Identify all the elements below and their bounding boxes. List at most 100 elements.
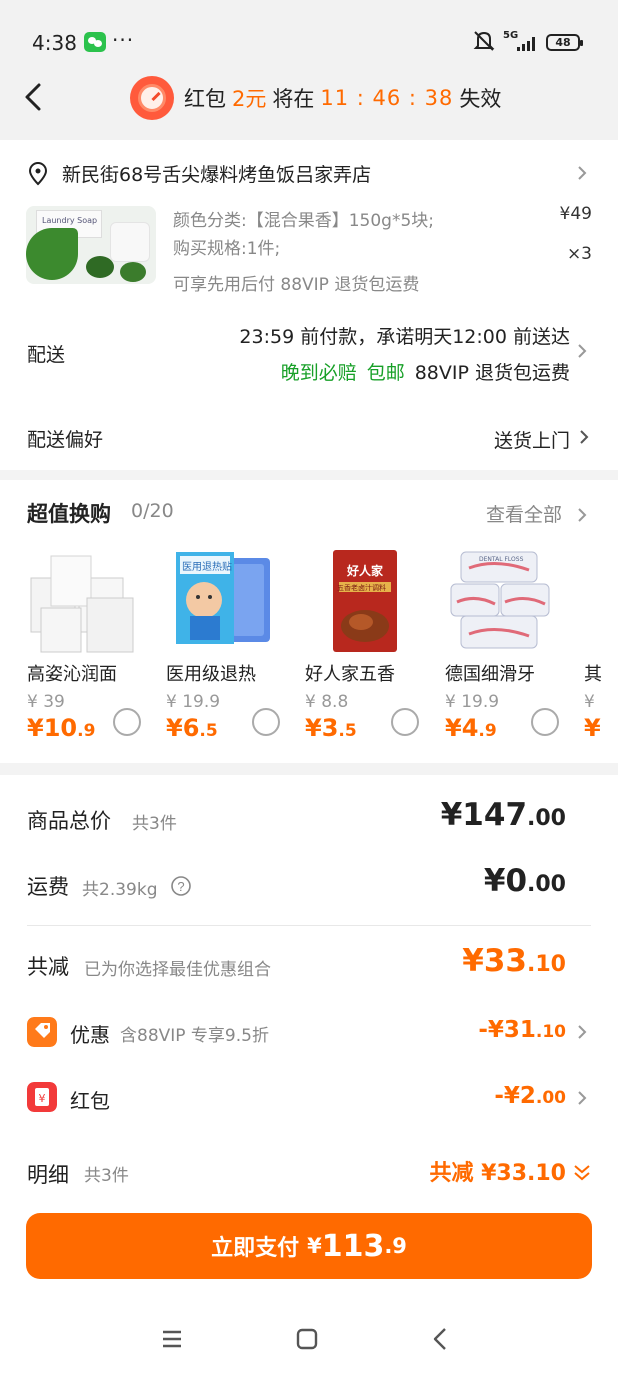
product-service: 可享先用后付 88VIP 退货包运费 [173, 275, 420, 295]
addon-item-name: 高姿沁润面 [27, 664, 117, 685]
addon-item-price: ¥10.9 [27, 714, 96, 742]
discount-chevron-icon[interactable] [576, 1023, 588, 1041]
addon-item-price: ¥3.5 [305, 714, 357, 742]
redpacket-chevron-icon[interactable] [576, 1089, 588, 1107]
addon-title: 超值换购 [27, 502, 111, 526]
face-mask-product-image [30, 555, 134, 653]
addon-select-radio[interactable] [531, 708, 559, 736]
network-type: 5G [503, 30, 519, 41]
pay-amount-int: 113 [321, 1228, 385, 1264]
reduction-note: 已为你选择最佳优惠组合 [84, 960, 271, 980]
banner-amount: 2元 [232, 87, 267, 111]
addon-select-radio[interactable] [252, 708, 280, 736]
pay-currency: ¥ [307, 1234, 322, 1258]
addon-count: 0/20 [131, 500, 174, 522]
banner-mid: 将在 [272, 87, 315, 111]
battery-icon: 48 [546, 34, 583, 51]
system-navigation-bar [0, 1298, 618, 1375]
detail-count: 共3件 [84, 1166, 129, 1186]
late-compensation-tag: 晚到必赔 [280, 362, 357, 384]
pay-amount-dec: .9 [384, 1234, 407, 1258]
delivery-preference-value[interactable]: 送货上门 [494, 426, 570, 453]
delivery-chevron-icon[interactable] [576, 342, 588, 360]
product-image-desc: 五香老卤汁调料 [337, 584, 386, 592]
discount-tag-icon [27, 1017, 57, 1047]
alarm-clock-icon [130, 76, 174, 120]
addon-item-original-price: ¥ [584, 692, 595, 712]
divider [27, 925, 591, 926]
countdown-timer: 11 : 46 : 38 [320, 86, 454, 110]
delivery-address[interactable]: 新民街68号舌尖爆料烤鱼饭吕家弄店 [62, 160, 371, 187]
address-chevron-icon[interactable] [576, 164, 588, 182]
addon-item[interactable]: 好人家 五香老卤汁调料 好人家五香 ¥ 8.8 ¥3.5 [305, 548, 435, 748]
addon-select-radio[interactable] [391, 708, 419, 736]
pay-now-button[interactable]: 立即支付 ¥ 113 .9 [26, 1213, 592, 1279]
delivery-label: 配送 [27, 344, 66, 366]
redpacket-value[interactable]: -¥2.00 [494, 1083, 566, 1109]
home-square-icon[interactable] [295, 1328, 319, 1350]
price-summary-card: 商品总价 共3件 ¥147.00 运费 共2.39kg ? ¥0.00 共减 已… [0, 775, 618, 1375]
double-chevron-down-icon[interactable] [572, 1163, 592, 1183]
addon-item-price: ¥ [584, 714, 601, 742]
addon-item-name: 好人家五香 [305, 664, 395, 685]
addon-item[interactable]: 高姿沁润面 ¥ 39 ¥10.9 [27, 548, 157, 748]
goods-count: 共3件 [132, 814, 177, 834]
preference-chevron-icon[interactable] [578, 428, 590, 446]
redpacket-label: 红包 [70, 1089, 110, 1113]
product-thumbnail[interactable]: Laundry Soap [26, 206, 156, 284]
product-quantity: ×3 [566, 244, 592, 264]
product-image-text: 医用退热贴 [182, 562, 232, 573]
total-reduction-label: 共减 [27, 955, 69, 979]
more-notifications-icon: ··· [112, 28, 135, 52]
addon-item-name: 德国细滑牙 [445, 664, 535, 685]
discount-label: 优惠 [70, 1023, 110, 1047]
product-image-brand: DENTAL FLOSS [479, 556, 524, 563]
addon-item-original-price: ¥ 19.9 [445, 692, 500, 712]
delivery-preference-label: 配送偏好 [27, 429, 104, 451]
help-icon[interactable]: ? [170, 875, 192, 897]
view-all-link[interactable]: 查看全部 [486, 500, 562, 527]
addon-item-name: 其 [584, 664, 602, 685]
shipping-weight: 共2.39kg [82, 880, 158, 900]
delivery-tags: 晚到必赔 包邮 88VIP 退货包运费 [281, 358, 570, 385]
back-icon[interactable] [430, 1326, 450, 1352]
addon-item-original-price: ¥ 39 [27, 692, 65, 712]
status-time: 4:38 [32, 31, 77, 55]
shipping-value: ¥0.00 [483, 863, 566, 899]
addon-item-original-price: ¥ 8.8 [305, 692, 349, 712]
top-bar: 红包 2元 将在 11 : 46 : 38 失效 [0, 60, 618, 140]
discount-note: 含88VIP 专享9.5折 [120, 1026, 269, 1046]
addon-purchase-card: 超值换购 0/20 查看全部 高姿沁润面 ¥ 39 ¥10.9 医用退热贴 医用… [0, 480, 618, 763]
goods-total-value: ¥147.00 [440, 797, 566, 833]
addon-item[interactable]: 医用退热贴 医用级退热 ¥ 19.9 ¥6.5 [166, 548, 296, 748]
addon-item-price: ¥4.9 [445, 714, 497, 742]
back-arrow-icon[interactable] [22, 82, 44, 112]
menu-icon[interactable] [160, 1328, 184, 1350]
signal-icon [517, 35, 539, 51]
addon-item-original-price: ¥ 19.9 [166, 692, 221, 712]
product-spec-2: 购买规格:1件; [173, 239, 281, 259]
addon-item-price: ¥6.5 [166, 714, 218, 742]
order-info-card: 新民街68号舌尖爆料烤鱼饭吕家弄店 Laundry Soap 颜色分类:【混合果… [0, 140, 618, 470]
discount-value[interactable]: -¥31.10 [478, 1017, 566, 1043]
vip-return-tag: 88VIP 退货包运费 [414, 362, 570, 384]
pay-label: 立即支付 [211, 1236, 300, 1261]
dental-floss-product-image [450, 551, 550, 649]
free-shipping-tag: 包邮 [366, 362, 405, 384]
product-price: ¥49 [559, 204, 592, 224]
addon-select-radio[interactable] [113, 708, 141, 736]
mute-icon [473, 31, 495, 51]
addon-item[interactable]: 其 ¥ ¥ [584, 548, 618, 748]
svg-text:?: ? [177, 879, 184, 894]
shipping-label: 运费 [27, 875, 69, 899]
detail-label: 明细 [27, 1163, 69, 1187]
addon-item-name: 医用级退热 [166, 664, 256, 685]
svg-text:¥: ¥ [39, 1092, 46, 1105]
view-all-chevron-icon[interactable] [576, 506, 588, 524]
redpacket-countdown-banner: 红包 2元 将在 11 : 46 : 38 失效 [130, 76, 501, 120]
wechat-icon [84, 32, 106, 52]
total-reduction-value: ¥33.10 [462, 943, 566, 979]
addon-item[interactable]: DENTAL FLOSS 德国细滑牙 ¥ 19.9 ¥4.9 [445, 548, 575, 748]
detail-reduction[interactable]: 共减 ¥33.10 [429, 1155, 566, 1187]
location-pin-icon [28, 162, 48, 186]
